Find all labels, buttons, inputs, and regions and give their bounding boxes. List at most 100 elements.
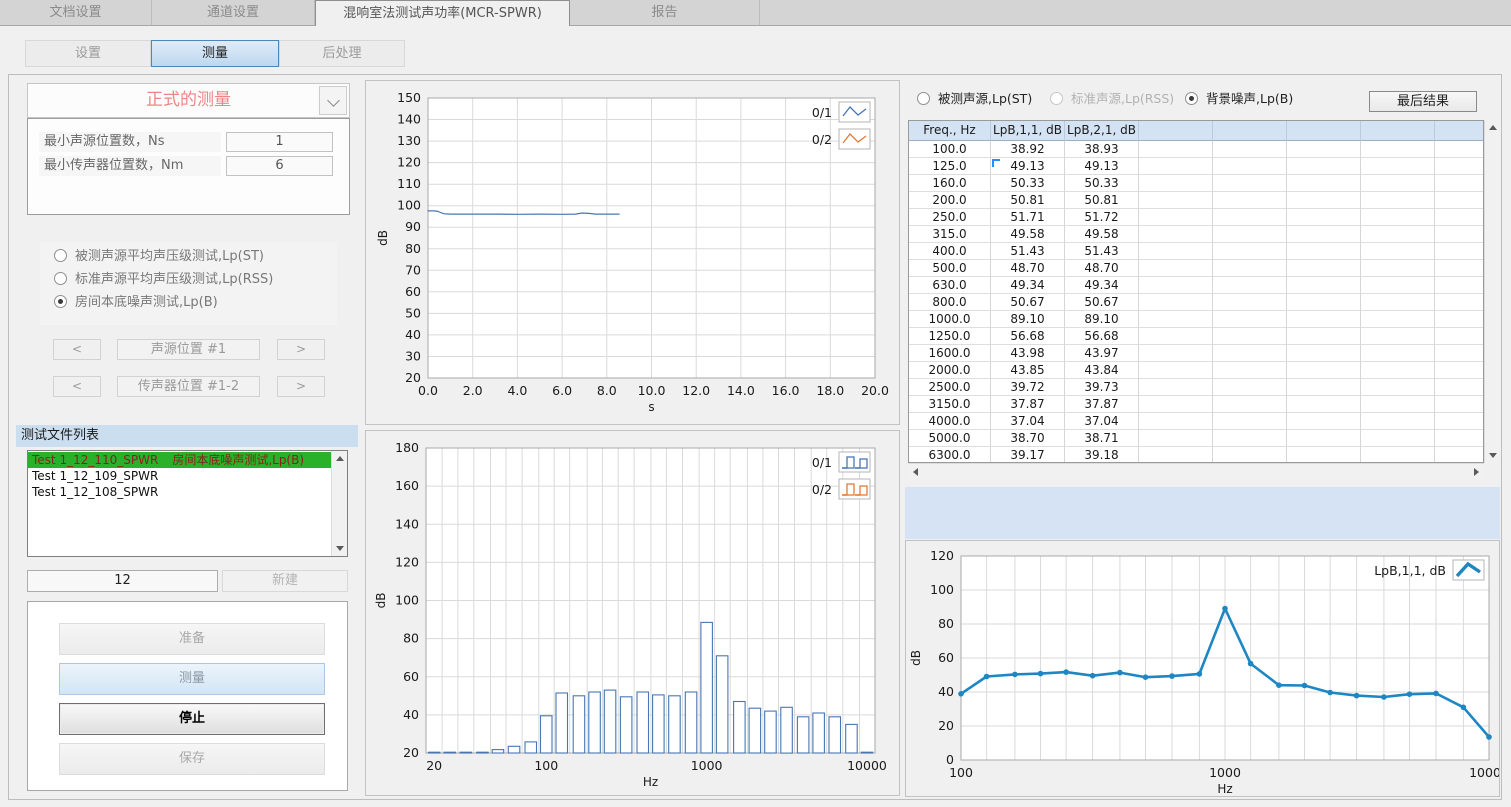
table-cell[interactable]: [1361, 311, 1435, 328]
table-cell[interactable]: [1435, 379, 1484, 396]
table-cell[interactable]: 2000.0: [909, 362, 991, 379]
table-cell[interactable]: 315.0: [909, 226, 991, 243]
legend-LpB-1-1-dB[interactable]: LpB,1,1, dB: [1374, 560, 1484, 580]
table-cell[interactable]: 39.72: [991, 379, 1065, 396]
table-cell[interactable]: [1139, 141, 1213, 158]
table-cell[interactable]: [1435, 294, 1484, 311]
table-cell[interactable]: [1361, 158, 1435, 175]
table-cell[interactable]: [1287, 209, 1361, 226]
scroll-down-icon[interactable]: [336, 546, 344, 551]
table-cell[interactable]: [1287, 141, 1361, 158]
table-cell[interactable]: [1287, 192, 1361, 209]
table-cell[interactable]: [1287, 260, 1361, 277]
file-list-scrollbar[interactable]: [331, 451, 347, 556]
table-cell[interactable]: [1213, 243, 1287, 260]
table-cell[interactable]: [1435, 396, 1484, 413]
table-cell[interactable]: [1361, 396, 1435, 413]
table-cell[interactable]: [1287, 175, 1361, 192]
mic-position-button[interactable]: 传声器位置 #1-2: [117, 376, 260, 397]
table-cell[interactable]: [1139, 226, 1213, 243]
table-cell[interactable]: 630.0: [909, 277, 991, 294]
table-cell[interactable]: [1139, 345, 1213, 362]
table-cell[interactable]: [1213, 158, 1287, 175]
table-cell[interactable]: [1213, 294, 1287, 311]
table-cell[interactable]: 37.87: [991, 396, 1065, 413]
table-cell[interactable]: [1213, 311, 1287, 328]
table-cell[interactable]: 125.0: [909, 158, 991, 175]
table-header-cell[interactable]: Freq., Hz: [909, 121, 991, 141]
table-cell[interactable]: 50.81: [991, 192, 1065, 209]
subtab-settings[interactable]: 设置: [25, 40, 151, 67]
file-list-item[interactable]: Test 1_12_110_SPWR房间本底噪声测试,Lp(B): [28, 452, 331, 468]
table-cell[interactable]: 43.97: [1065, 345, 1139, 362]
source-position-prev-button[interactable]: <: [53, 339, 101, 360]
file-list-item[interactable]: Test 1_12_109_SPWR: [28, 468, 331, 484]
table-cell[interactable]: 800.0: [909, 294, 991, 311]
table-cell[interactable]: 89.10: [1065, 311, 1139, 328]
subtab-postprocess[interactable]: 后处理: [279, 40, 405, 67]
table-cell[interactable]: [1213, 362, 1287, 379]
table-cell[interactable]: [1435, 328, 1484, 345]
table-cell[interactable]: 49.58: [991, 226, 1065, 243]
table-cell[interactable]: [1139, 379, 1213, 396]
table-cell[interactable]: 43.84: [1065, 362, 1139, 379]
table-cell[interactable]: [1287, 294, 1361, 311]
table-cell[interactable]: [1361, 192, 1435, 209]
table-cell[interactable]: 37.04: [1065, 413, 1139, 430]
test-file-list[interactable]: Test 1_12_110_SPWR房间本底噪声测试,Lp(B)Test 1_1…: [27, 450, 348, 557]
table-cell[interactable]: [1361, 413, 1435, 430]
table-cell[interactable]: 43.98: [991, 345, 1065, 362]
radio-test-lp-b[interactable]: 房间本底噪声测试,Lp(B): [54, 294, 218, 312]
table-cell[interactable]: [1361, 277, 1435, 294]
table-cell[interactable]: [1361, 209, 1435, 226]
table-cell[interactable]: [1139, 430, 1213, 447]
table-cell[interactable]: [1139, 294, 1213, 311]
table-cell[interactable]: [1287, 345, 1361, 362]
table-cell[interactable]: [1287, 243, 1361, 260]
table-cell[interactable]: [1139, 209, 1213, 226]
table-header-cell[interactable]: [1287, 121, 1361, 141]
table-cell[interactable]: [1213, 192, 1287, 209]
measure-button[interactable]: 测量: [59, 663, 325, 695]
table-cell[interactable]: 37.87: [1065, 396, 1139, 413]
radio-test-lp-rss[interactable]: 标准声源平均声压级测试,Lp(RSS): [54, 271, 273, 289]
table-cell[interactable]: [1435, 141, 1484, 158]
table-cell[interactable]: 100.0: [909, 141, 991, 158]
table-cell[interactable]: 39.18: [1065, 447, 1139, 463]
table-cell[interactable]: [1287, 362, 1361, 379]
table-cell[interactable]: 38.70: [991, 430, 1065, 447]
table-header-cell[interactable]: [1435, 121, 1484, 141]
scroll-up-icon[interactable]: [1489, 125, 1497, 130]
table-cell[interactable]: [1287, 396, 1361, 413]
table-vertical-scrollbar[interactable]: [1484, 120, 1500, 463]
table-cell[interactable]: 49.58: [1065, 226, 1139, 243]
table-cell[interactable]: 51.72: [1065, 209, 1139, 226]
table-cell[interactable]: [1435, 345, 1484, 362]
table-cell[interactable]: [1139, 311, 1213, 328]
tab-mcr-spwr[interactable]: 混响室法测试声功率(MCR-SPWR): [315, 0, 570, 26]
table-cell[interactable]: [1435, 447, 1484, 463]
table-cell[interactable]: [1139, 413, 1213, 430]
table-cell[interactable]: [1139, 243, 1213, 260]
table-cell[interactable]: 49.13: [991, 158, 1065, 175]
table-cell[interactable]: 89.10: [991, 311, 1065, 328]
table-cell[interactable]: 38.93: [1065, 141, 1139, 158]
table-cell[interactable]: [1361, 430, 1435, 447]
table-cell[interactable]: 38.92: [991, 141, 1065, 158]
table-cell[interactable]: [1139, 396, 1213, 413]
table-cell[interactable]: [1435, 226, 1484, 243]
scroll-right-icon[interactable]: [1474, 468, 1479, 476]
stop-button[interactable]: 停止: [59, 703, 325, 735]
table-cell[interactable]: [1361, 243, 1435, 260]
table-cell[interactable]: [1435, 158, 1484, 175]
tab-channel-settings[interactable]: 通道设置: [152, 0, 315, 25]
radio-test-lp-st[interactable]: 被测声源平均声压级测试,Lp(ST): [54, 248, 264, 266]
table-cell[interactable]: [1361, 345, 1435, 362]
table-cell[interactable]: [1213, 260, 1287, 277]
table-cell[interactable]: [1361, 447, 1435, 463]
table-cell[interactable]: [1287, 158, 1361, 175]
table-cell[interactable]: 56.68: [991, 328, 1065, 345]
table-header-cell[interactable]: [1139, 121, 1213, 141]
table-cell[interactable]: [1287, 413, 1361, 430]
table-cell[interactable]: 500.0: [909, 260, 991, 277]
